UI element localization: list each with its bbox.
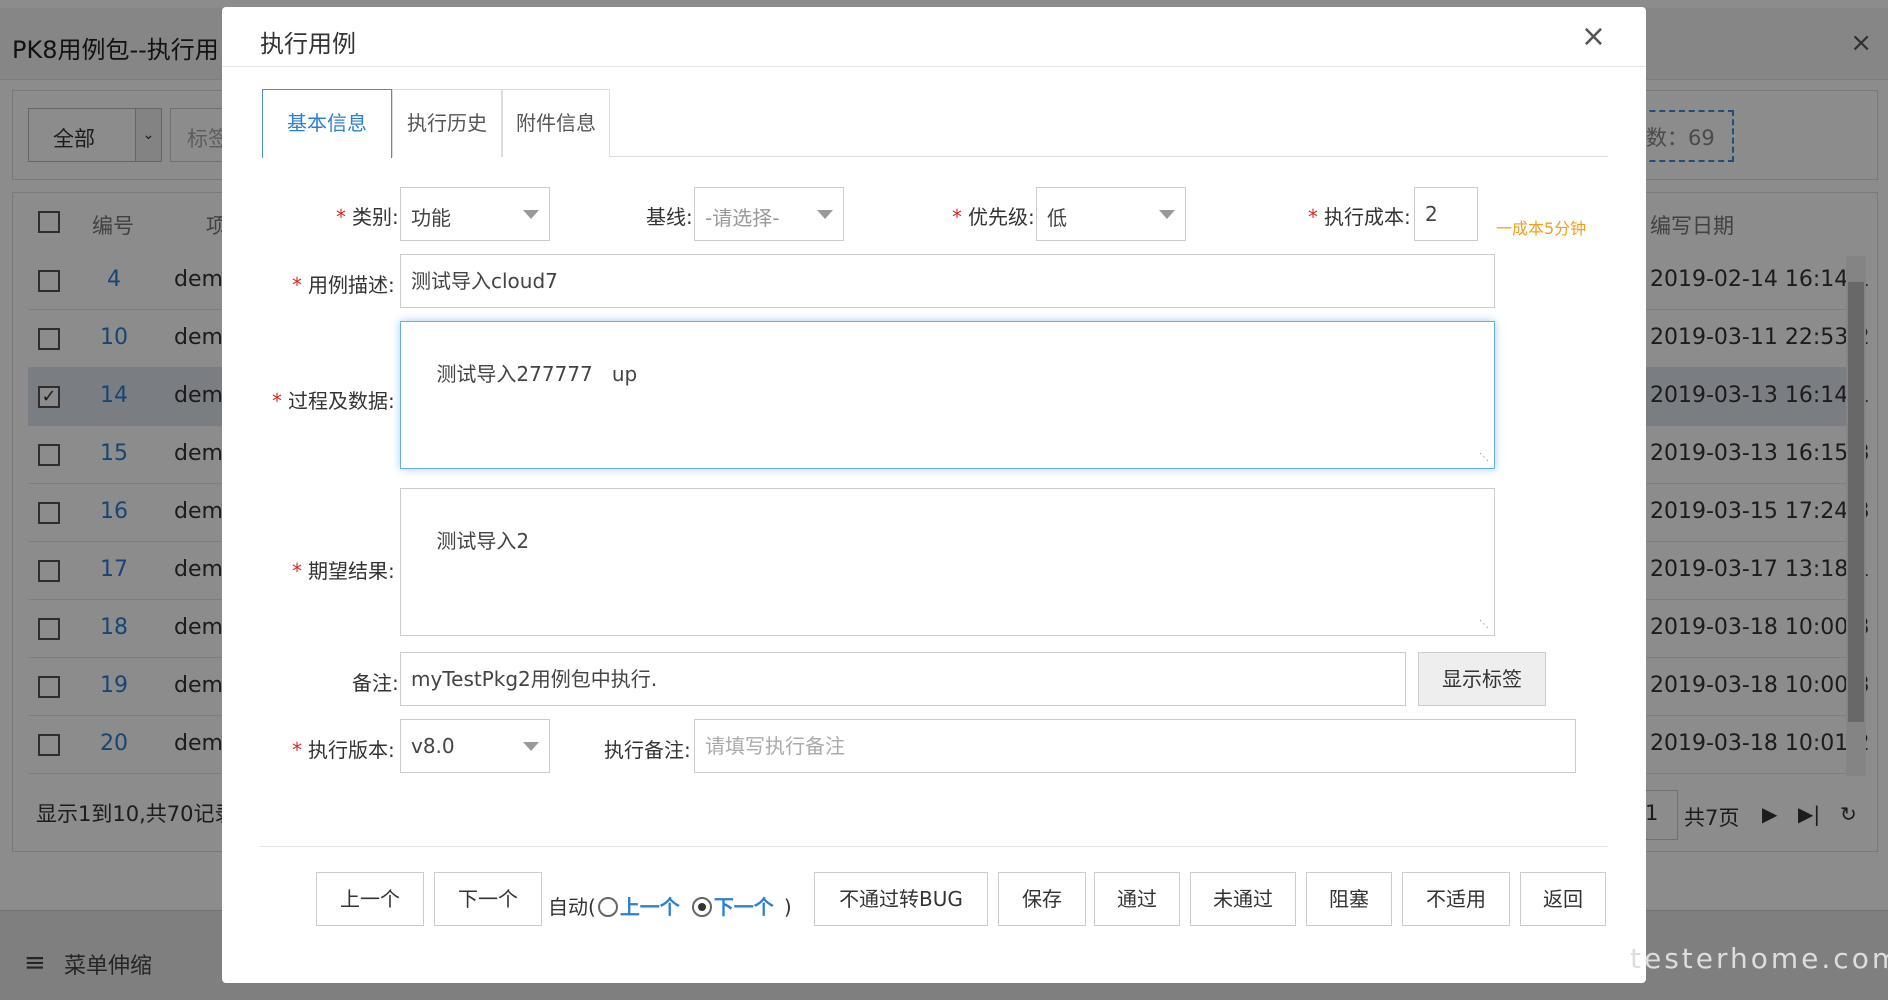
expected-label: * 期望结果: xyxy=(292,559,395,583)
baseline-select[interactable]: -请选择- xyxy=(694,187,844,241)
auto-suffix: ) xyxy=(783,895,792,919)
procedure-label: * 过程及数据: xyxy=(272,389,395,413)
expected-textarea[interactable]: 测试导入2 ⋱ xyxy=(400,488,1495,636)
resize-grip-icon[interactable]: ⋱ xyxy=(1479,620,1491,632)
block-button[interactable]: 阻塞 xyxy=(1306,872,1392,926)
priority-label: * 优先级: xyxy=(952,205,1035,229)
fail-to-bug-button[interactable]: 不通过转BUG xyxy=(814,872,988,926)
footer-divider xyxy=(260,846,1608,847)
resize-grip-icon[interactable]: ⋱ xyxy=(1479,453,1491,465)
description-label: * 用例描述: xyxy=(292,273,395,297)
auto-prefix: 自动( xyxy=(548,895,596,919)
dialog-title: 执行用例 xyxy=(260,30,356,58)
tab-basic-info[interactable]: 基本信息 xyxy=(262,89,392,158)
cost-label: * 执行成本: xyxy=(1308,205,1411,229)
tab-bar: 基本信息 执行历史 附件信息 xyxy=(262,89,1608,158)
pass-button[interactable]: 通过 xyxy=(1094,872,1180,926)
watermark: testerhome.com xyxy=(1630,942,1888,975)
back-button[interactable]: 返回 xyxy=(1520,872,1606,926)
auto-next-radio[interactable] xyxy=(691,897,712,917)
auto-prev-radio[interactable] xyxy=(597,897,618,917)
exec-remark-input[interactable]: 请填写执行备注 xyxy=(694,719,1576,773)
dialog-header: 执行用例 × xyxy=(222,7,1646,67)
priority-select[interactable]: 低 xyxy=(1036,187,1186,241)
auto-next-label[interactable]: 下一个 xyxy=(714,895,774,919)
version-select[interactable]: v8.0 xyxy=(400,719,550,773)
category-select[interactable]: 功能 xyxy=(400,187,550,241)
tab-execution-history[interactable]: 执行历史 xyxy=(392,89,502,157)
baseline-value: -请选择- xyxy=(705,206,780,230)
cost-input[interactable]: 2 xyxy=(1414,187,1478,241)
show-tags-button[interactable]: 显示标签 xyxy=(1418,652,1546,706)
prev-case-button[interactable]: 上一个 xyxy=(316,872,424,926)
procedure-textarea[interactable]: 测试导入277777 up ⋱ xyxy=(400,321,1495,469)
next-case-button[interactable]: 下一个 xyxy=(434,872,542,926)
expected-text: 测试导入2 xyxy=(436,529,530,553)
version-label: * 执行版本: xyxy=(292,738,395,762)
dropdown-arrow-icon xyxy=(523,210,539,219)
category-value: 功能 xyxy=(411,206,451,230)
tab-attachments[interactable]: 附件信息 xyxy=(502,89,610,157)
auto-prev-label[interactable]: 上一个 xyxy=(620,895,680,919)
description-input[interactable]: 测试导入cloud7 xyxy=(400,254,1495,308)
category-label: * 类别: xyxy=(336,205,399,229)
procedure-text: 测试导入277777 up xyxy=(436,362,638,386)
remark-input[interactable]: myTestPkg2用例包中执行. xyxy=(400,652,1406,706)
remark-label: 备注: xyxy=(352,671,399,695)
exec-remark-label: 执行备注: xyxy=(604,738,691,762)
dropdown-arrow-icon xyxy=(523,742,539,751)
not-applicable-button[interactable]: 不适用 xyxy=(1402,872,1510,926)
cost-hint: 一成本5分钟 xyxy=(1496,219,1587,238)
execute-case-dialog: 执行用例 × 基本信息 执行历史 附件信息 * 类别: 功能 基线: -请选择- … xyxy=(222,7,1646,983)
dropdown-arrow-icon xyxy=(817,210,833,219)
baseline-label: 基线: xyxy=(646,205,693,229)
save-button[interactable]: 保存 xyxy=(998,872,1086,926)
version-value: v8.0 xyxy=(411,734,455,758)
close-icon[interactable]: × xyxy=(1581,19,1606,54)
dropdown-arrow-icon xyxy=(1159,210,1175,219)
fail-button[interactable]: 未通过 xyxy=(1190,872,1296,926)
priority-value: 低 xyxy=(1047,206,1067,230)
auto-advance-group: 自动( 上一个 下一个) xyxy=(548,891,792,920)
